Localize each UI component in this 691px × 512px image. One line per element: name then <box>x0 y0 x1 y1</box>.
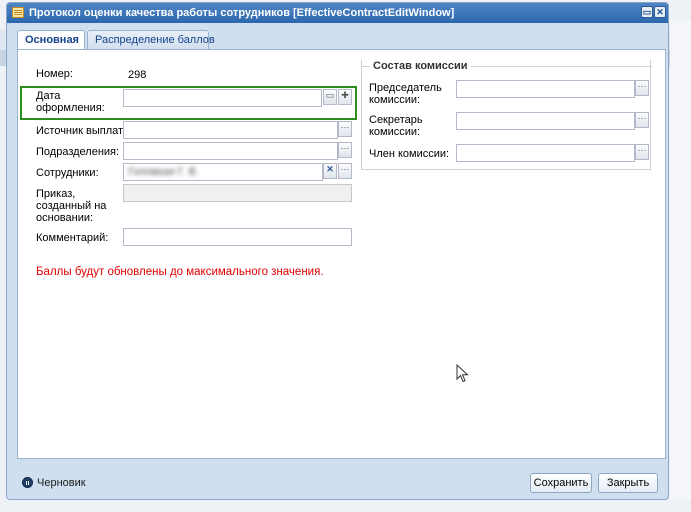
comment-input[interactable] <box>123 228 352 246</box>
warning-message: Баллы будут обновлены до максимального з… <box>36 266 324 278</box>
chair-label: Председатель комиссии: <box>369 82 442 106</box>
number-field: 298 <box>123 66 352 84</box>
number-value: 298 <box>128 69 147 81</box>
source-input[interactable] <box>123 121 338 139</box>
document-icon <box>12 7 24 18</box>
background-right <box>670 20 691 500</box>
chair-select-icon[interactable]: ··· <box>635 80 649 96</box>
employees-label: Сотрудники: <box>36 167 99 179</box>
date-highlight-frame <box>20 86 357 120</box>
division-label: Подразделения: <box>36 146 120 158</box>
comment-label: Комментарий: <box>36 232 109 244</box>
employees-value: Головкая Г. В. <box>128 166 199 178</box>
window-title: Протокол оценки качества работы сотрудни… <box>29 7 455 19</box>
source-select-icon[interactable]: ··· <box>338 121 352 137</box>
mouse-cursor-icon <box>456 364 469 383</box>
tab-main[interactable]: Основная <box>17 30 85 50</box>
employees-select-icon[interactable]: ··· <box>338 163 352 179</box>
clear-icon[interactable]: ✕ <box>323 163 337 179</box>
order-input <box>123 184 352 202</box>
tab-score-distribution[interactable]: Распределение баллов <box>87 30 215 49</box>
member-input[interactable] <box>456 144 635 162</box>
window-titlebar[interactable]: Протокол оценки качества работы сотрудни… <box>7 3 668 23</box>
division-select-icon[interactable]: ··· <box>338 142 352 158</box>
order-label: Приказ, созданный на основании: <box>36 188 107 224</box>
division-input[interactable] <box>123 142 338 160</box>
chair-input[interactable] <box>456 80 635 98</box>
employees-input[interactable]: Головкая Г. В. <box>123 163 323 181</box>
save-button[interactable]: Сохранить <box>530 473 592 493</box>
member-label: Член комиссии: <box>369 148 450 160</box>
status-text: Черновик <box>37 477 86 489</box>
pause-icon <box>22 477 33 488</box>
close-button[interactable]: Закрыть <box>598 473 658 493</box>
secretary-label: Секретарь комиссии: <box>369 114 423 138</box>
close-icon[interactable]: ✕ <box>654 6 666 18</box>
member-select-icon[interactable]: ··· <box>635 144 649 160</box>
secretary-input[interactable] <box>456 112 635 130</box>
secretary-select-icon[interactable]: ··· <box>635 112 649 128</box>
number-label: Номер: <box>36 68 73 80</box>
minimize-icon[interactable]: ▭ <box>641 6 653 18</box>
commission-legend: Состав комиссии <box>370 60 471 72</box>
source-label: Источник выплат: <box>36 125 127 137</box>
